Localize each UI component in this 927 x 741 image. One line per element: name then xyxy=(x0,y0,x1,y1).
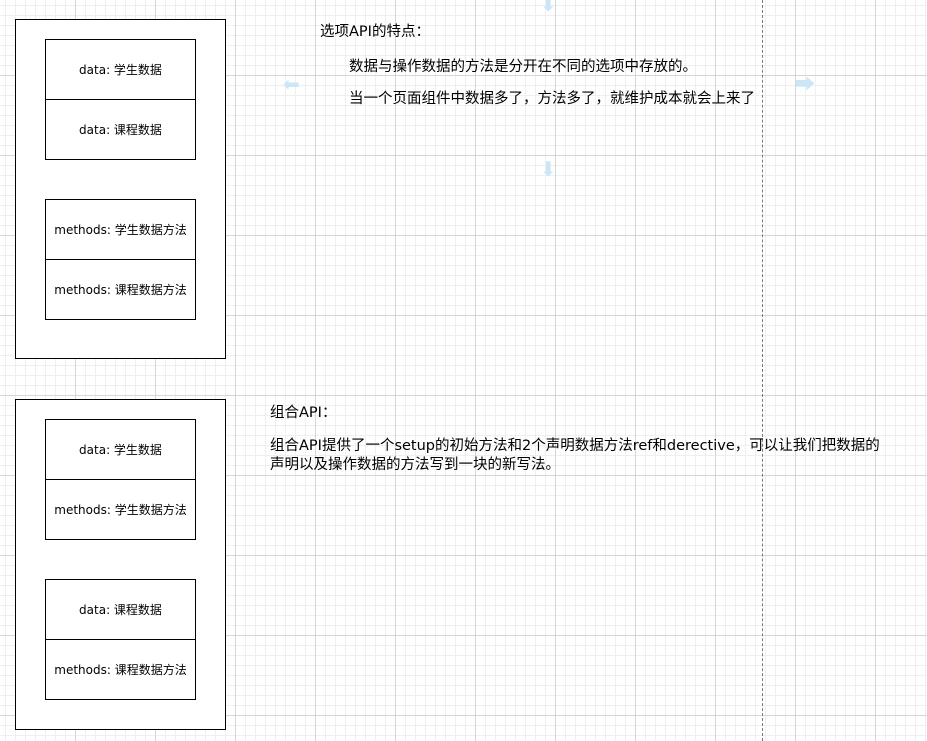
composition-api-title[interactable]: 组合API： xyxy=(270,404,336,423)
options-api-title[interactable]: 选项API的特点： xyxy=(320,23,430,42)
data-student-cell[interactable]: data: 学生数据 xyxy=(45,419,196,480)
options-api-point-1[interactable]: 数据与操作数据的方法是分开在不同的选项中存放的。 xyxy=(349,58,697,77)
data-course-cell[interactable]: data: 课程数据 xyxy=(45,99,196,160)
methods-course-cell[interactable]: methods: 课程数据方法 xyxy=(45,639,196,700)
methods-student-cell[interactable]: methods: 学生数据方法 xyxy=(45,199,196,260)
page-guide-line xyxy=(762,0,763,741)
arrow-down-icon[interactable]: ⬇ xyxy=(540,159,557,179)
arrow-right-icon[interactable]: ⮕ xyxy=(795,74,815,94)
methods-course-cell[interactable]: methods: 课程数据方法 xyxy=(45,259,196,320)
diagram-canvas[interactable]: ⬇ ⬅ ⮕ ⬇ data: 学生数据 data: 课程数据 methods: 学… xyxy=(0,0,927,741)
composition-api-description[interactable]: 组合API提供了一个setup的初始方法和2个声明数据方法ref和derecti… xyxy=(270,437,880,475)
methods-student-cell[interactable]: methods: 学生数据方法 xyxy=(45,479,196,540)
data-course-cell[interactable]: data: 课程数据 xyxy=(45,579,196,640)
options-api-point-2[interactable]: 当一个页面组件中数据多了，方法多了，就维护成本就会上来了 xyxy=(349,90,755,109)
arrow-up-icon[interactable]: ⬇ xyxy=(540,0,557,14)
data-student-cell[interactable]: data: 学生数据 xyxy=(45,39,196,100)
arrow-left-icon[interactable]: ⬅ xyxy=(283,74,300,94)
